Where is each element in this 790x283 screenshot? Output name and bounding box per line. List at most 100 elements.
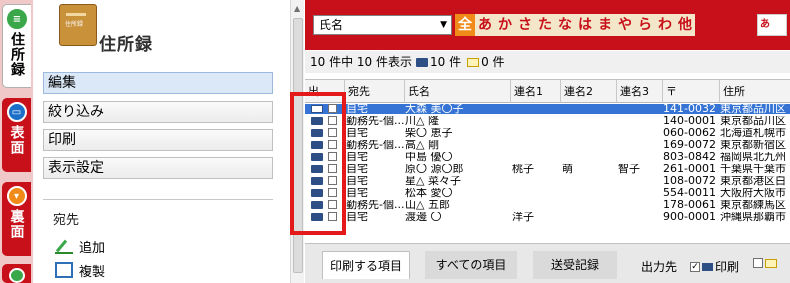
table-row[interactable]: 自宅 中島 優〇 803-0842 福岡県北九州 <box>305 152 790 162</box>
cell-destination: 自宅 <box>346 104 368 114</box>
book-line <box>66 13 86 16</box>
table-row[interactable]: 自宅 渡邊 〇 洋子 900-0001 沖縄県那覇市 <box>305 212 790 222</box>
cell-name: 大森 美〇子 <box>405 104 464 114</box>
mail-checkbox[interactable] <box>753 258 763 268</box>
cell-joint-name-3 <box>618 188 664 198</box>
cell-joint-name-1 <box>512 176 558 186</box>
cell-joint-name-2 <box>562 116 616 126</box>
sort-field-select[interactable]: 氏名 ▼ <box>313 15 452 35</box>
cell-joint-name-3 <box>618 104 664 114</box>
printer-icon <box>415 57 428 67</box>
annotation-highlight-box <box>290 92 346 235</box>
menu-filter[interactable]: 絞り込み <box>43 101 273 123</box>
output-print-toggle[interactable]: ✓ 印刷 <box>690 258 739 275</box>
address-book-icon: 住所録 <box>59 4 97 46</box>
cell-joint-name-2: 萌 <box>562 164 573 174</box>
cell-address: 東京都港区白 <box>720 176 786 186</box>
mail-icon <box>467 57 480 67</box>
cell-zip: 178-0061 <box>663 200 716 210</box>
cell-address: 大阪府大阪市 <box>720 188 786 198</box>
print-count: 10 件 <box>429 55 462 69</box>
cell-joint-name-1: 桃子 <box>512 164 534 174</box>
table-row[interactable]: 自宅 大森 美〇子 141-0032 東京都品川区 <box>305 104 790 114</box>
cell-zip: 169-0072 <box>663 140 716 150</box>
column-joint-name-1[interactable]: 連名1 <box>511 80 561 103</box>
table-row[interactable]: 自宅 星△ 菜々子 108-0072 東京都港区白 <box>305 176 790 186</box>
column-zip[interactable]: 〒 <box>663 80 720 103</box>
kana-filter-ka[interactable]: か <box>495 14 515 36</box>
cell-destination: 自宅 <box>346 176 368 186</box>
tab-print-items[interactable]: 印刷する項目 <box>322 251 410 279</box>
column-address[interactable]: 住所 <box>720 80 790 103</box>
kana-alpha-toggle-button[interactable]: あ→A <box>757 14 787 50</box>
cell-zip: 803-0842 <box>663 152 716 162</box>
cell-name: 柴〇 恵子 <box>405 128 453 138</box>
tab-all-items[interactable]: すべての項目 <box>425 251 517 279</box>
column-destination[interactable]: 宛先 <box>345 80 405 103</box>
kana-filter-na[interactable]: な <box>555 14 575 36</box>
tab-extra[interactable] <box>2 264 31 283</box>
menu-display-settings[interactable]: 表示設定 <box>43 157 273 179</box>
cell-address: 沖縄県那覇市 <box>720 212 786 222</box>
cell-joint-name-2 <box>562 200 616 210</box>
column-joint-name-3[interactable]: 連名3 <box>617 80 663 103</box>
cell-address: 北海道札幌市 <box>720 128 786 138</box>
menu-edit[interactable]: 編集 <box>43 72 273 94</box>
cell-joint-name-1 <box>512 188 558 198</box>
cell-destination: 勤務先-個... <box>346 116 404 126</box>
tab-send-receive-log[interactable]: 送受記録 <box>533 251 617 279</box>
column-joint-name-2[interactable]: 連名2 <box>561 80 617 103</box>
table-row[interactable]: 勤務先-個... 山△ 五郎 178-0061 東京都練馬区 <box>305 200 790 210</box>
main-area: 氏名 ▼ 全 あ か さ た な は ま や ら わ 他 あ→A 10 件中 1… <box>305 0 790 283</box>
copy-icon <box>55 262 73 278</box>
cell-joint-name-1 <box>512 128 558 138</box>
menu-print[interactable]: 印刷 <box>43 129 273 151</box>
cell-joint-name-3 <box>618 116 664 126</box>
table-row[interactable]: 勤務先-個... 高△ 剛 169-0072 東京都新宿区 <box>305 140 790 150</box>
cell-name: 渡邊 〇 <box>405 212 442 222</box>
cell-zip: 060-0062 <box>663 128 716 138</box>
vertical-tab-strip: ≡ 住所録 ▭ 表面 ▾ 裏面 <box>0 0 33 283</box>
checkmark-icon[interactable]: ✓ <box>690 261 700 272</box>
kana-filter-all[interactable]: 全 <box>455 14 475 36</box>
kana-filter-ya[interactable]: や <box>615 14 635 36</box>
table-row[interactable]: 自宅 松本 愛〇 554-0011 大阪府大阪市 <box>305 188 790 198</box>
cell-zip: 140-0001 <box>663 116 716 126</box>
kana-filter-wa[interactable]: わ <box>655 14 675 36</box>
cell-name: 星△ 菜々子 <box>405 176 461 186</box>
add-button[interactable]: 追加 <box>55 237 105 256</box>
kana-filter-ha[interactable]: は <box>575 14 595 36</box>
kana-filter-ma[interactable]: ま <box>595 14 615 36</box>
cell-joint-name-1 <box>512 200 558 210</box>
cell-joint-name-2 <box>562 188 616 198</box>
cell-address: 福岡県北九州 <box>720 152 786 162</box>
mail-count: 0 件 <box>481 55 505 69</box>
cell-name: 山△ 五郎 <box>405 200 450 210</box>
cell-name: 高△ 剛 <box>405 140 439 150</box>
cell-joint-name-2 <box>562 128 616 138</box>
scroll-up-icon[interactable]: ▲ <box>294 4 300 13</box>
cell-joint-name-1 <box>512 140 558 150</box>
tab-address-book[interactable]: ≡ 住所録 <box>2 4 31 88</box>
table-row[interactable]: 自宅 柴〇 恵子 060-0062 北海道札幌市 <box>305 128 790 138</box>
output-mail-toggle[interactable] <box>753 258 777 268</box>
tab-front-side[interactable]: ▭ 表面 <box>2 98 31 172</box>
table-row[interactable]: 自宅 原〇 源〇郎 桃子 萌 智子 261-0001 千葉県千葉市 <box>305 164 790 174</box>
cell-joint-name-2 <box>562 152 616 162</box>
cell-destination: 自宅 <box>346 164 368 174</box>
cell-name: 中島 優〇 <box>405 152 453 162</box>
table-row[interactable]: 勤務先-個... 川△ 隆 140-0001 東京都品川区 <box>305 116 790 126</box>
front-side-tab-icon: ▭ <box>6 102 27 122</box>
kana-filter-sa[interactable]: さ <box>515 14 535 36</box>
cell-address: 千葉県千葉市 <box>720 164 786 174</box>
tab-back-side[interactable]: ▾ 裏面 <box>2 182 31 256</box>
duplicate-button[interactable]: 複製 <box>55 261 105 280</box>
kana-filter-a[interactable]: あ <box>475 14 495 36</box>
kana-filter-ra[interactable]: ら <box>635 14 655 36</box>
status-bar: 10 件中 10 件表示 10 件 0 件 <box>305 51 790 73</box>
cell-joint-name-2 <box>562 140 616 150</box>
cell-joint-name-2 <box>562 212 616 222</box>
kana-filter-other[interactable]: 他 <box>675 14 695 36</box>
kana-filter-ta[interactable]: た <box>535 14 555 36</box>
column-name[interactable]: 氏名 <box>405 80 511 103</box>
